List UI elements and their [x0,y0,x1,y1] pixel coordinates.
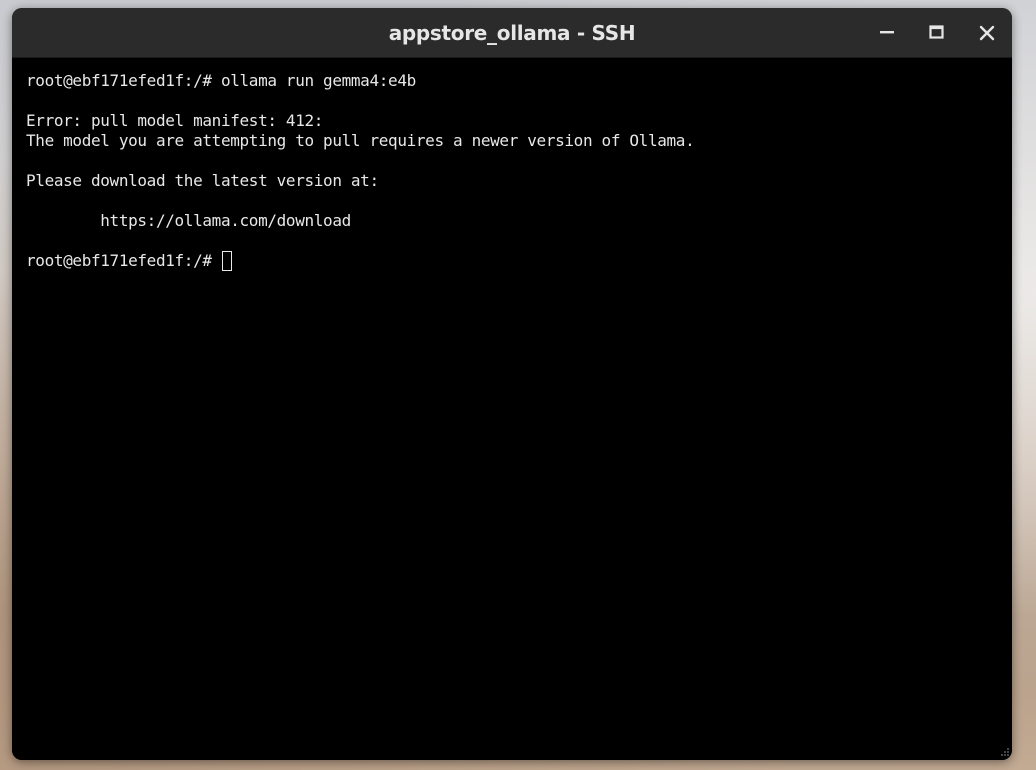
minimize-icon [880,31,894,34]
maximize-icon [929,25,944,39]
terminal-line: https://ollama.com/download [26,211,351,230]
terminal-prompt-line[interactable]: root@ebf171efed1f:/# [26,251,1012,271]
close-icon [979,25,995,41]
resize-grip-icon[interactable] [998,746,1010,758]
terminal-cursor [221,251,232,271]
ssh-terminal-window[interactable]: appstore_ollama - SSH root@ebf171efed1f:… [12,8,1012,760]
terminal-output[interactable]: root@ebf171efed1f:/# ollama run gemma4:e… [12,58,1012,760]
window-title: appstore_ollama - SSH [388,21,636,45]
terminal-line: root@ebf171efed1f:/# ollama run gemma4:e… [26,71,416,90]
terminal-line: Please download the latest version at: [26,171,379,190]
window-titlebar[interactable]: appstore_ollama - SSH [12,8,1012,58]
terminal-line: The model you are attempting to pull req… [26,131,695,150]
shell-prompt: root@ebf171efed1f:/# [26,251,221,270]
close-button[interactable] [972,18,1002,48]
minimize-button[interactable] [872,18,902,48]
maximize-button[interactable] [922,18,952,48]
terminal-line: Error: pull model manifest: 412: [26,111,324,130]
